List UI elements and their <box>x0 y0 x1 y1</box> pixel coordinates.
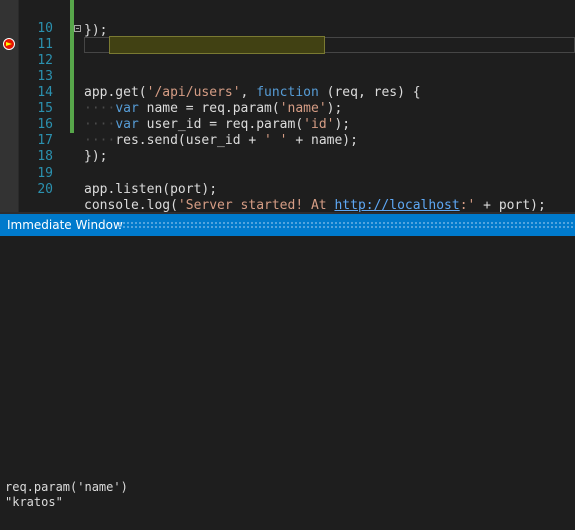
change-bar <box>70 69 74 85</box>
console-output-line: "kratos" <box>5 495 63 509</box>
code-line-20: 20 console.log('Server started! At http:… <box>0 166 575 212</box>
code-line-10: 10 <box>0 5 575 36</box>
code-line-13: 13 ····var name = req.param('name'); <box>0 53 575 116</box>
change-bar <box>70 53 74 69</box>
code-line-11: 11 app.get('/api/users', function (req, … <box>0 21 575 100</box>
drag-grip-handle[interactable] <box>118 221 575 229</box>
console-input-line: req.param('name') <box>5 480 128 494</box>
code-line-19: 19 app.listen(port); <box>0 150 575 197</box>
localhost-link[interactable]: http://localhost <box>334 198 459 212</box>
current-statement-highlight <box>109 36 325 54</box>
collapse-toggle-icon[interactable] <box>74 25 81 32</box>
change-bar <box>70 117 74 133</box>
line-number: 20 <box>37 182 53 197</box>
code-line-17: 17 <box>0 117 575 148</box>
code-line-15: 15 ····res.send(user_id + ' ' + name); <box>0 85 575 148</box>
code-editor[interactable]: }); 10 11 app.get('/api/users', function… <box>0 0 575 212</box>
change-bar <box>70 85 74 101</box>
change-bar <box>70 37 74 53</box>
immediate-window-console[interactable]: req.param('name') "kratos" <box>0 236 575 530</box>
immediate-window-titlebar[interactable]: Immediate Window <box>0 214 575 236</box>
code-line-18: 18 <box>0 133 575 164</box>
code-text: console.log('Server started! At http://l… <box>84 198 546 212</box>
code-line-12: 12 ····var user_id = req.param('id'); <box>0 36 575 132</box>
code-line-14: 14 <box>0 69 575 100</box>
immediate-window-title: Immediate Window <box>7 218 123 232</box>
change-bar <box>70 101 74 117</box>
code-text: app.listen(port); <box>84 182 218 197</box>
code-line-16: 16 }); <box>0 101 575 164</box>
change-bar <box>70 5 74 21</box>
